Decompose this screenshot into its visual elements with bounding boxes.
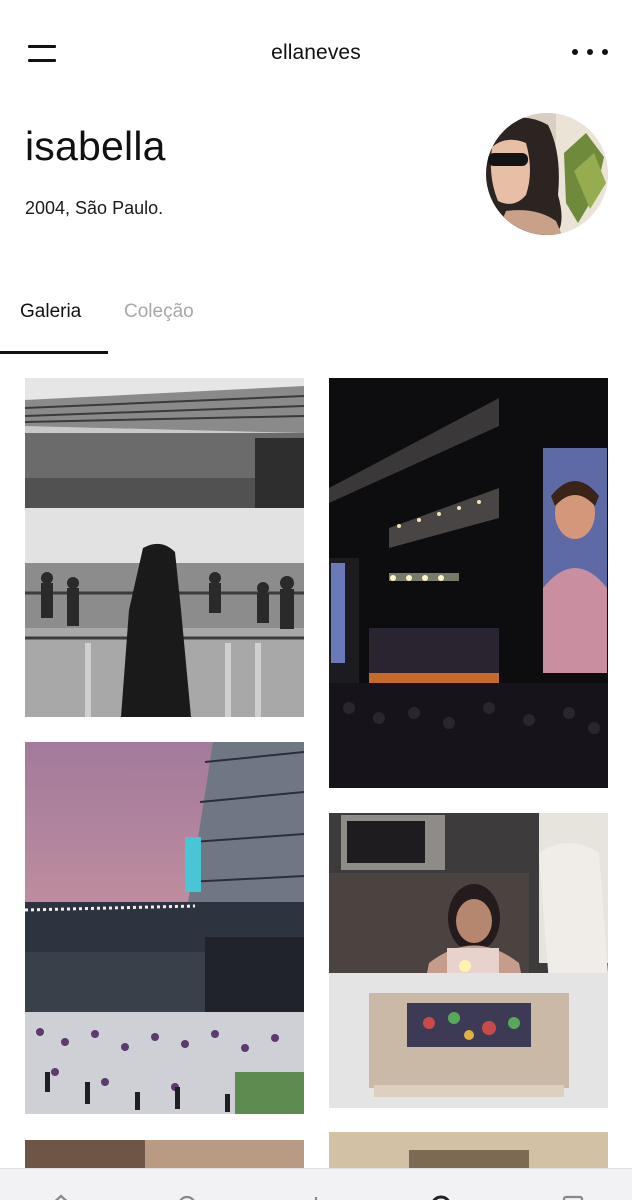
profile-bio: 2004, São Paulo. [25, 198, 164, 218]
home-icon[interactable] [48, 1191, 74, 1200]
profile-display-name: isabella [25, 123, 166, 169]
birthday-cake-photo [329, 813, 608, 1108]
add-icon[interactable] [303, 1191, 329, 1200]
activity-icon[interactable] [428, 1191, 454, 1200]
avatar[interactable] [486, 113, 608, 235]
bottom-navigation [0, 1168, 632, 1200]
gallery-photo-concert[interactable] [329, 378, 608, 788]
active-tab-indicator [0, 351, 108, 354]
gallery-photo-stadium-bw[interactable] [25, 378, 304, 717]
top-bar: ellaneves [0, 0, 632, 106]
stadium-sunset-photo [25, 742, 304, 1114]
tab-collection[interactable]: Coleção [124, 301, 194, 323]
gallery-photo-partial-left[interactable] [25, 1140, 304, 1168]
partial-photo [25, 1140, 304, 1168]
profile-username: ellaneves [271, 41, 361, 64]
gallery-photo-stadium-sunset[interactable] [25, 742, 304, 1114]
partial-photo [329, 1132, 608, 1168]
stadium-crowd-photo [25, 378, 304, 717]
concert-stage-photo [329, 378, 608, 788]
gallery-photo-birthday[interactable] [329, 813, 608, 1108]
tab-gallery[interactable]: Galeria [20, 301, 81, 323]
search-icon[interactable] [174, 1191, 200, 1200]
profile-tabs: Galeria Coleção [0, 285, 632, 355]
profile-icon[interactable] [560, 1191, 586, 1200]
more-options-icon[interactable] [572, 46, 608, 58]
gallery-photo-partial-right[interactable] [329, 1132, 608, 1168]
avatar-photo [486, 113, 608, 235]
